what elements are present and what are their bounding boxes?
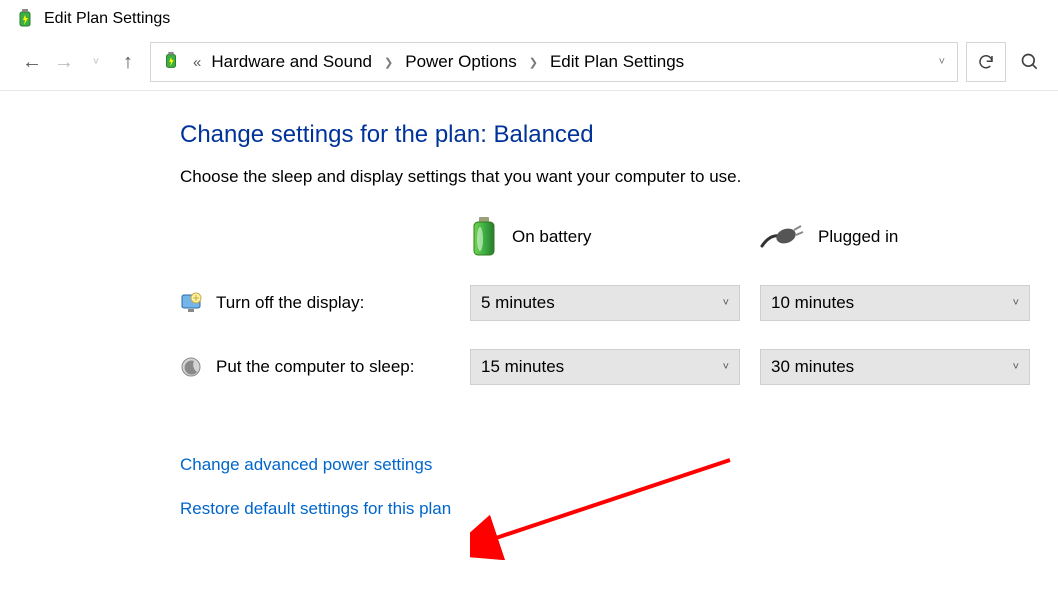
refresh-button[interactable] (966, 42, 1006, 82)
chevron-down-icon: ˅ (723, 361, 729, 373)
breadcrumb-hardware-sound[interactable]: Hardware and Sound (211, 52, 372, 72)
chevron-right-icon[interactable]: ❯ (382, 56, 395, 69)
display-row-label: Turn off the display: (216, 293, 364, 313)
recent-dropdown-button[interactable]: ˅ (82, 48, 110, 76)
address-expand-icon[interactable]: ˅ (937, 56, 947, 68)
overflow-chevron-icon[interactable]: « (193, 54, 201, 71)
address-bar[interactable]: « Hardware and Sound ❯ Power Options ❯ E… (150, 42, 958, 82)
power-plan-icon (161, 51, 183, 73)
display-battery-dropdown[interactable]: 5 minutes ˅ (470, 285, 740, 321)
display-battery-value: 5 minutes (481, 293, 555, 313)
bottom-links: Change advanced power settings Restore d… (180, 455, 880, 519)
column-header-battery: On battery (470, 217, 760, 257)
forward-button[interactable]: → (50, 48, 78, 76)
up-button[interactable]: ↑ (114, 48, 142, 76)
column-plugged-label: Plugged in (818, 227, 898, 247)
sleep-row-label: Put the computer to sleep: (216, 357, 414, 377)
chevron-down-icon: ˅ (723, 297, 729, 309)
sleep-battery-value: 15 minutes (481, 357, 564, 377)
chevron-down-icon: ˅ (1013, 297, 1019, 309)
breadcrumb-power-options[interactable]: Power Options (405, 52, 517, 72)
sleep-plugged-dropdown[interactable]: 30 minutes ˅ (760, 349, 1030, 385)
power-plan-icon (14, 8, 36, 30)
chevron-down-icon: ˅ (1013, 361, 1019, 373)
nav-toolbar: ← → ˅ ↑ « Hardware and Sound ❯ Power Opt… (0, 38, 1058, 91)
chevron-right-icon[interactable]: ❯ (527, 56, 540, 69)
advanced-power-settings-link[interactable]: Change advanced power settings (180, 455, 880, 475)
display-icon (180, 292, 202, 314)
column-header-plugged: Plugged in (760, 224, 1050, 250)
display-plugged-dropdown[interactable]: 10 minutes ˅ (760, 285, 1030, 321)
column-battery-label: On battery (512, 227, 591, 247)
sleep-plugged-value: 30 minutes (771, 357, 854, 377)
restore-defaults-link[interactable]: Restore default settings for this plan (180, 499, 880, 519)
content-area: Change settings for the plan: Balanced C… (0, 91, 880, 519)
row-label-sleep: Put the computer to sleep: (180, 356, 470, 378)
search-button[interactable] (1010, 42, 1050, 82)
sleep-battery-dropdown[interactable]: 15 minutes ˅ (470, 349, 740, 385)
sleep-icon (180, 356, 202, 378)
page-subtitle: Choose the sleep and display settings th… (180, 167, 880, 187)
page-heading: Change settings for the plan: Balanced (180, 121, 880, 149)
display-plugged-value: 10 minutes (771, 293, 854, 313)
title-bar: Edit Plan Settings (0, 0, 1058, 38)
battery-icon (470, 217, 498, 257)
window-title: Edit Plan Settings (44, 10, 170, 28)
breadcrumb-edit-plan[interactable]: Edit Plan Settings (550, 52, 684, 72)
back-button[interactable]: ← (18, 48, 46, 76)
plug-icon (760, 224, 804, 250)
row-label-display: Turn off the display: (180, 292, 470, 314)
